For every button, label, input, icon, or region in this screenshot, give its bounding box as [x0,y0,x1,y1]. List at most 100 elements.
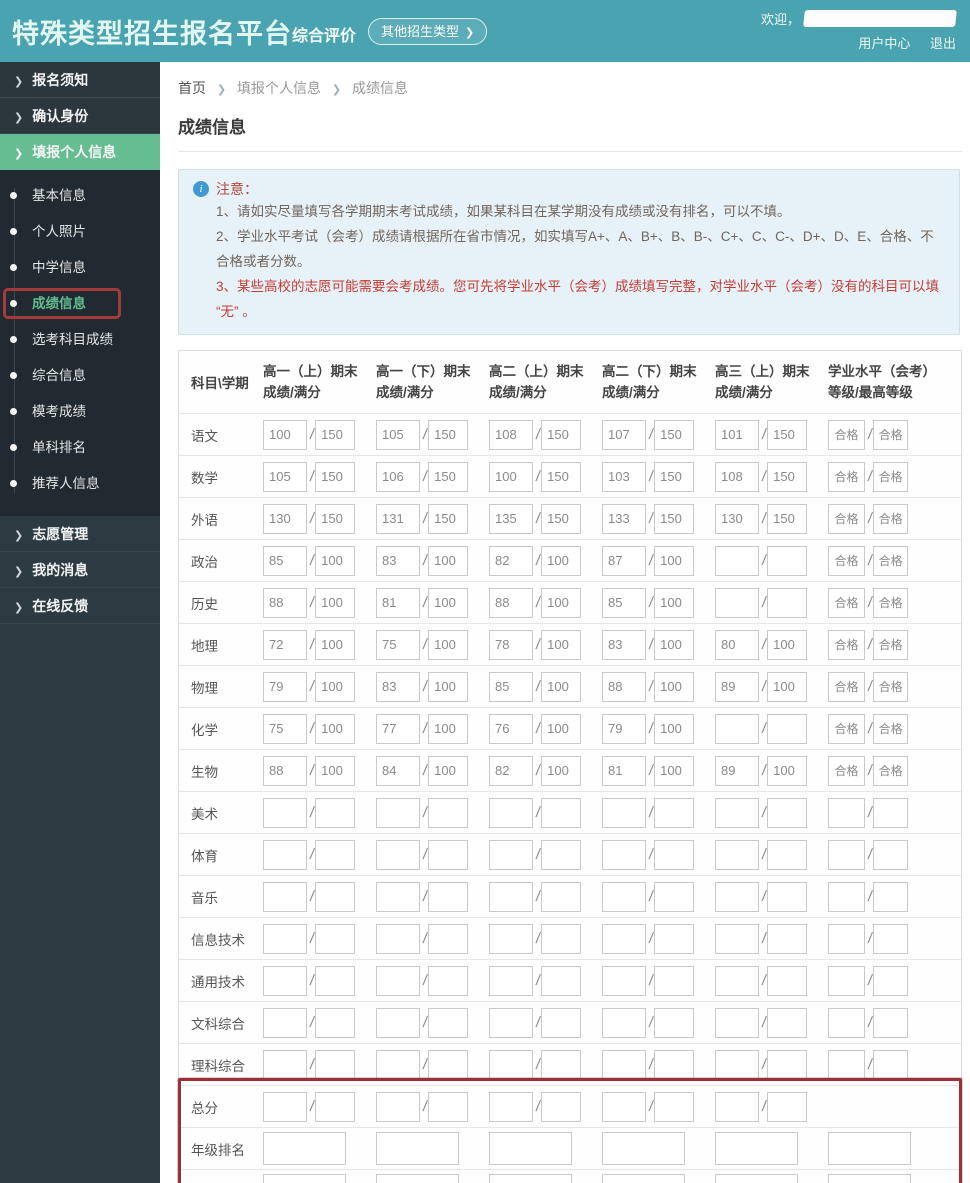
score-input[interactable] [489,797,533,828]
rank-input[interactable] [489,1174,572,1183]
score-input[interactable] [828,629,865,660]
fullscore-input[interactable] [873,923,909,954]
score-input[interactable] [602,1091,646,1122]
fullscore-input[interactable] [654,671,695,702]
fullscore-input[interactable] [428,461,469,492]
score-input[interactable] [263,839,307,870]
fullscore-input[interactable] [428,1007,469,1038]
score-input[interactable] [263,671,307,702]
fullscore-input[interactable] [541,671,582,702]
score-input[interactable] [489,419,533,450]
fullscore-input[interactable] [654,965,695,996]
fullscore-input[interactable] [541,965,582,996]
sidebar-subitem-中学信息[interactable]: 中学信息 [0,250,160,286]
score-input[interactable] [602,923,646,954]
score-input[interactable] [376,881,420,912]
fullscore-input[interactable] [873,545,909,576]
fullscore-input[interactable] [315,1091,356,1122]
score-input[interactable] [489,461,533,492]
rank-input[interactable] [489,1132,572,1165]
fullscore-input[interactable] [873,1007,909,1038]
score-input[interactable] [828,755,865,786]
breadcrumb-home[interactable]: 首页 [178,80,206,96]
fullscore-input[interactable] [873,461,909,492]
fullscore-input[interactable] [873,839,909,870]
fullscore-input[interactable] [428,881,469,912]
breadcrumb-personal-info[interactable]: 填报个人信息 [237,80,321,96]
score-input[interactable] [715,419,759,450]
sidebar-subitem-模考成绩[interactable]: 模考成绩 [0,394,160,430]
score-input[interactable] [263,1049,307,1080]
fullscore-input[interactable] [541,503,582,534]
score-input[interactable] [715,713,759,744]
fullscore-input[interactable] [315,1049,356,1080]
rank-input[interactable] [828,1174,911,1183]
score-input[interactable] [263,881,307,912]
fullscore-input[interactable] [654,713,695,744]
score-input[interactable] [376,1007,420,1038]
fullscore-input[interactable] [428,587,469,618]
score-input[interactable] [263,797,307,828]
fullscore-input[interactable] [315,503,356,534]
score-input[interactable] [602,419,646,450]
fullscore-input[interactable] [428,629,469,660]
fullscore-input[interactable] [873,881,909,912]
fullscore-input[interactable] [873,797,909,828]
score-input[interactable] [602,965,646,996]
sidebar-item-报名须知[interactable]: ❯ 报名须知 [0,62,160,98]
score-input[interactable] [376,1049,420,1080]
score-input[interactable] [489,1091,533,1122]
score-input[interactable] [602,671,646,702]
score-input[interactable] [828,461,865,492]
fullscore-input[interactable] [767,1091,808,1122]
score-input[interactable] [489,545,533,576]
fullscore-input[interactable] [428,965,469,996]
fullscore-input[interactable] [315,545,356,576]
rank-input[interactable] [602,1174,685,1183]
fullscore-input[interactable] [315,587,356,618]
fullscore-input[interactable] [315,839,356,870]
fullscore-input[interactable] [654,587,695,618]
score-input[interactable] [489,1007,533,1038]
rank-input[interactable] [602,1132,685,1165]
score-input[interactable] [602,461,646,492]
sidebar-subitem-综合信息[interactable]: 综合信息 [0,358,160,394]
fullscore-input[interactable] [541,1007,582,1038]
fullscore-input[interactable] [428,419,469,450]
score-input[interactable] [602,1049,646,1080]
fullscore-input[interactable] [541,839,582,870]
fullscore-input[interactable] [315,923,356,954]
sidebar-subitem-成绩信息[interactable]: 成绩信息 [0,286,160,322]
fullscore-input[interactable] [767,1007,808,1038]
score-input[interactable] [715,965,759,996]
score-input[interactable] [489,881,533,912]
score-input[interactable] [602,587,646,618]
fullscore-input[interactable] [654,755,695,786]
score-input[interactable] [602,1007,646,1038]
fullscore-input[interactable] [873,629,909,660]
sidebar-subitem-基本信息[interactable]: 基本信息 [0,178,160,214]
fullscore-input[interactable] [654,545,695,576]
rank-input[interactable] [715,1132,798,1165]
fullscore-input[interactable] [767,587,808,618]
fullscore-input[interactable] [654,881,695,912]
score-input[interactable] [376,503,420,534]
score-input[interactable] [263,1007,307,1038]
fullscore-input[interactable] [654,1007,695,1038]
fullscore-input[interactable] [654,797,695,828]
score-input[interactable] [263,923,307,954]
score-input[interactable] [489,503,533,534]
fullscore-input[interactable] [315,713,356,744]
score-input[interactable] [489,923,533,954]
score-input[interactable] [828,965,865,996]
rank-input[interactable] [828,1132,911,1165]
sidebar-item-我的消息[interactable]: ❯ 我的消息 [0,552,160,588]
fullscore-input[interactable] [428,839,469,870]
score-input[interactable] [489,755,533,786]
score-input[interactable] [263,965,307,996]
score-input[interactable] [602,755,646,786]
score-input[interactable] [715,503,759,534]
fullscore-input[interactable] [541,1049,582,1080]
score-input[interactable] [489,671,533,702]
fullscore-input[interactable] [315,881,356,912]
